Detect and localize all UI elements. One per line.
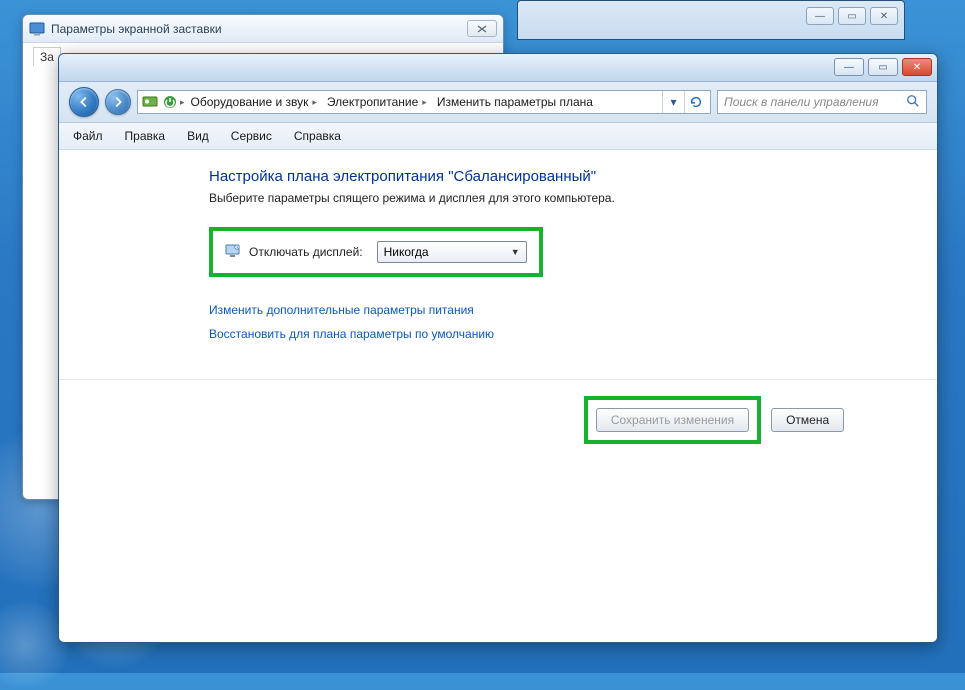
highlight-display-off-setting: Отключать дисплей: Никогда ▼	[209, 227, 543, 277]
minimize-button[interactable]: —	[834, 58, 864, 76]
screensaver-title: Параметры экранной заставки	[51, 22, 467, 36]
address-bar[interactable]: ▸ Оборудование и звук▸ Электропитание▸ И…	[137, 90, 711, 114]
maximize-button[interactable]: ▭	[868, 58, 898, 76]
display-off-value: Никогда	[384, 245, 429, 259]
screensaver-close-button[interactable]	[467, 20, 497, 37]
menu-tools[interactable]: Сервис	[227, 127, 276, 145]
highlight-save-button: Сохранить изменения	[584, 396, 761, 444]
refresh-button[interactable]	[684, 91, 706, 113]
search-input[interactable]: Поиск в панели управления	[717, 90, 927, 114]
page-subtitle: Выберите параметры спящего режима и дисп…	[209, 191, 909, 205]
monitor-icon	[225, 243, 241, 262]
cancel-button[interactable]: Отмена	[771, 408, 844, 432]
breadcrumb-sep-icon: ▸	[180, 97, 185, 108]
breadcrumb-edit-plan[interactable]: Изменить параметры плана	[433, 93, 597, 111]
address-dropdown-button[interactable]: ▾	[662, 91, 684, 113]
menu-file[interactable]: Файл	[69, 127, 107, 145]
menu-help[interactable]: Справка	[290, 127, 345, 145]
control-panel-icon	[142, 94, 158, 110]
screensaver-icon	[29, 21, 45, 37]
nav-back-button[interactable]	[69, 87, 99, 117]
page-title: Настройка плана электропитания "Сбаланси…	[209, 168, 909, 185]
nav-forward-button[interactable]	[105, 89, 131, 115]
chevron-down-icon: ▼	[511, 247, 520, 257]
link-restore-defaults[interactable]: Восстановить для плана параметры по умол…	[209, 327, 909, 341]
background-window-frame: — ▭ ✕	[517, 0, 905, 40]
bg-close-button[interactable]: ✕	[870, 7, 898, 25]
screensaver-tab: За	[33, 47, 61, 66]
display-off-label: Отключать дисплей:	[249, 245, 363, 259]
menu-edit[interactable]: Правка	[121, 127, 170, 145]
menu-bar: Файл Правка Вид Сервис Справка	[59, 123, 937, 150]
breadcrumb-hardware[interactable]: Оборудование и звук▸	[187, 93, 321, 111]
link-advanced-settings[interactable]: Изменить дополнительные параметры питани…	[209, 303, 909, 317]
save-button[interactable]: Сохранить изменения	[596, 408, 749, 432]
bg-minimize-button[interactable]: —	[806, 7, 834, 25]
search-placeholder: Поиск в панели управления	[724, 95, 879, 109]
control-panel-window: — ▭ ✕ ▸ Оборудование и звук▸ Электропита…	[58, 53, 938, 643]
menu-view[interactable]: Вид	[183, 127, 213, 145]
search-icon	[906, 94, 920, 111]
close-button[interactable]: ✕	[902, 58, 932, 76]
breadcrumb-power[interactable]: Электропитание▸	[323, 93, 431, 111]
power-icon	[162, 94, 178, 110]
display-off-dropdown[interactable]: Никогда ▼	[377, 241, 527, 263]
bg-maximize-button[interactable]: ▭	[838, 7, 866, 25]
